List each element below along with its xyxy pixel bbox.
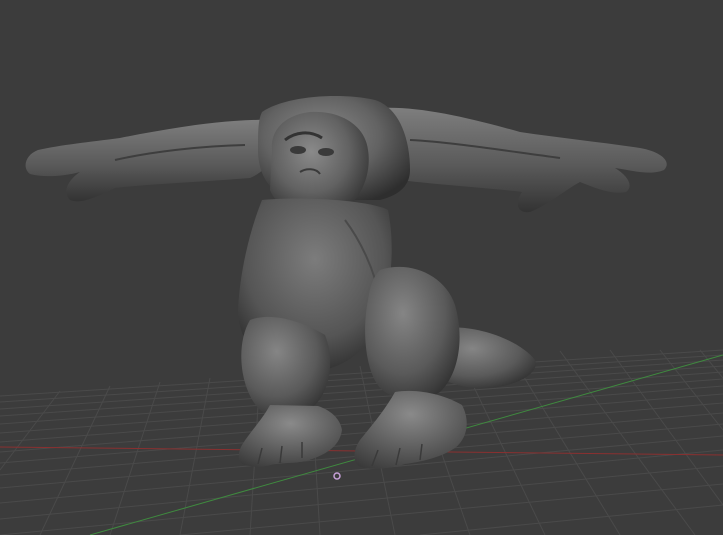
- 3d-viewport[interactable]: [0, 0, 723, 535]
- left-leg: [241, 316, 331, 417]
- viewport-canvas[interactable]: [0, 0, 723, 535]
- left-eye: [290, 146, 306, 154]
- right-eye: [318, 148, 334, 156]
